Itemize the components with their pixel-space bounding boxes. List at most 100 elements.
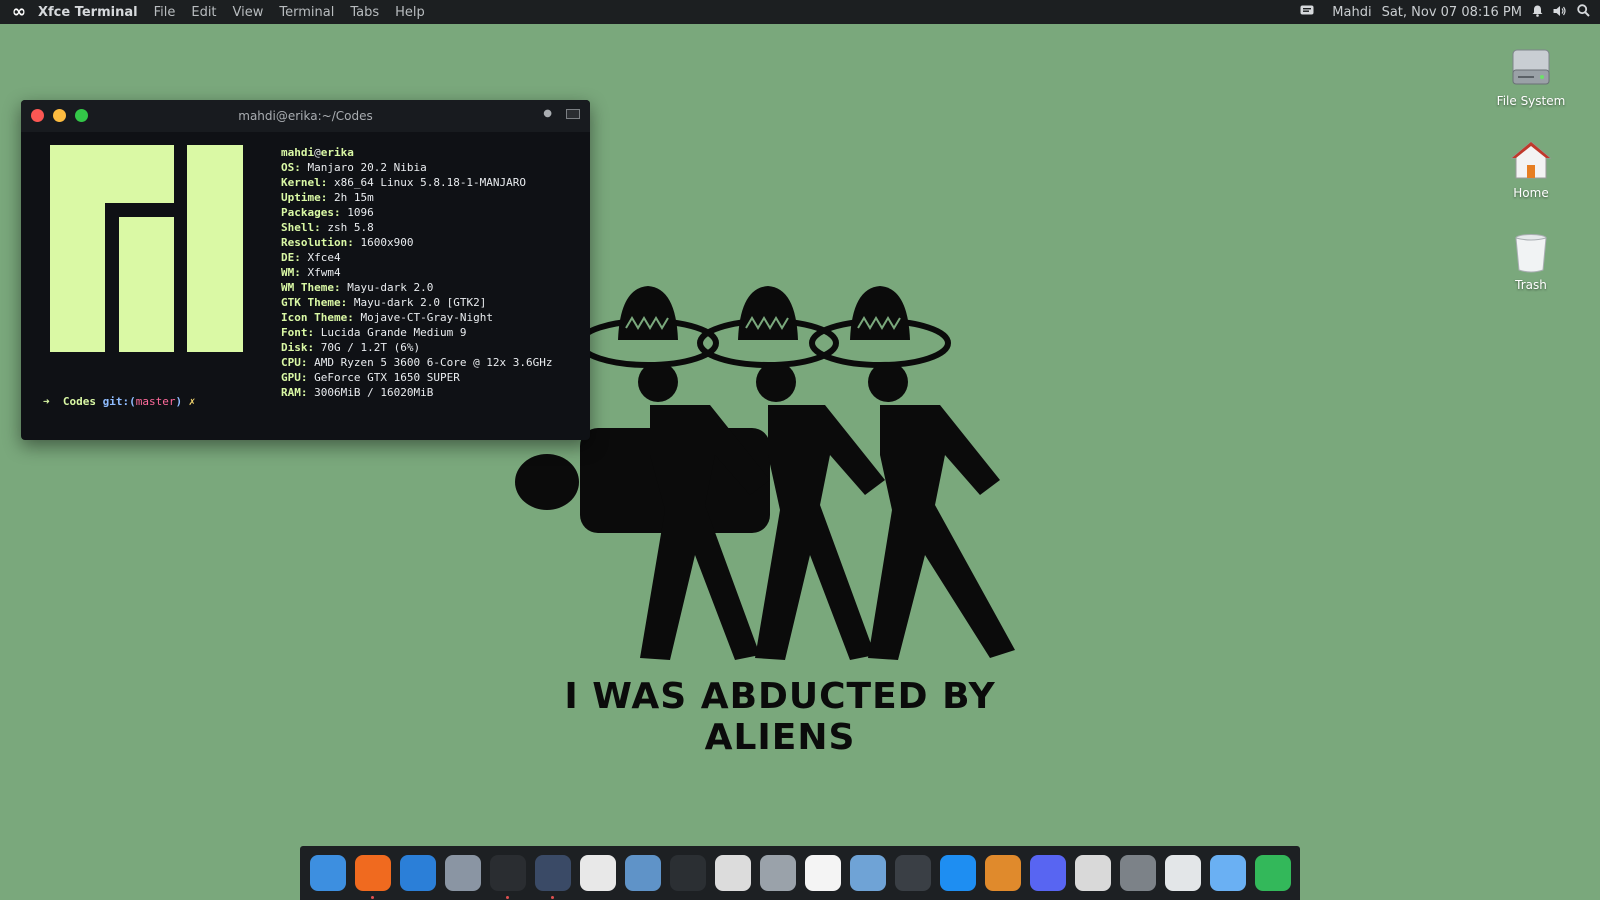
utilities-icon[interactable]	[894, 855, 931, 891]
system-monitor-icon[interactable]	[1074, 855, 1111, 891]
system-info-line: Icon Theme: Mojave-CT-Gray-Night	[281, 310, 553, 325]
new-tab-icon[interactable]	[566, 108, 580, 119]
system-info-line: WM Theme: Mayu-dark 2.0	[281, 280, 553, 295]
desktop-icon-label: File System	[1496, 94, 1566, 108]
system-info-line: GPU: GeForce GTX 1650 SUPER	[281, 370, 553, 385]
info-key: RAM:	[281, 386, 308, 399]
info-key: CPU:	[281, 356, 308, 369]
sticky-dot-icon[interactable]: ●	[543, 108, 552, 119]
system-info-line: GTK Theme: Mayu-dark 2.0 [GTK2]	[281, 295, 553, 310]
vscode-icon[interactable]	[534, 855, 571, 899]
info-key: Uptime:	[281, 191, 328, 204]
info-value: Xfwm4	[307, 266, 341, 279]
user-name[interactable]: Mahdi	[1332, 5, 1371, 20]
info-key: GTK Theme:	[281, 296, 348, 309]
info-value: Mayu-dark 2.0	[347, 281, 434, 294]
calendar-icon[interactable]	[804, 855, 841, 891]
text-editor-icon[interactable]	[579, 855, 616, 891]
drive-icon	[1509, 46, 1553, 90]
menu-view[interactable]: View	[233, 5, 264, 20]
system-info-line: Uptime: 2h 15m	[281, 190, 553, 205]
notes-check-icon[interactable]	[669, 855, 706, 891]
desktop-icon-home[interactable]: Home	[1486, 138, 1576, 200]
desktop-icon-file-system[interactable]: File System	[1486, 46, 1576, 108]
preview-icon[interactable]	[624, 855, 661, 891]
info-key: WM:	[281, 266, 301, 279]
system-info-line: OS: Manjaro 20.2 Nibia	[281, 160, 553, 175]
terminal-icon[interactable]	[489, 855, 526, 899]
active-app-name[interactable]: Xfce Terminal	[38, 5, 138, 20]
info-key: Resolution:	[281, 236, 354, 249]
info-key: Shell:	[281, 221, 321, 234]
info-key: Packages:	[281, 206, 341, 219]
info-value: 70G / 1.2T (6%)	[320, 341, 421, 354]
info-value: 2h 15m	[333, 191, 374, 204]
manjaro-logo	[50, 145, 243, 352]
info-value: GeForce GTX 1650 SUPER	[314, 371, 460, 384]
system-info-line: WM: Xfwm4	[281, 265, 553, 280]
firefox-icon[interactable]	[354, 855, 391, 899]
settings-gear-icon[interactable]	[1119, 855, 1156, 891]
shell-prompt[interactable]: ➜ Codes git:(master) ✗	[43, 395, 195, 408]
close-button[interactable]	[31, 109, 44, 122]
system-info-line: Disk: 70G / 1.2T (6%)	[281, 340, 553, 355]
files-folder-icon[interactable]	[1209, 855, 1246, 891]
menu-edit[interactable]: Edit	[191, 5, 216, 20]
system-info-line: DE: Xfce4	[281, 250, 553, 265]
dock	[300, 846, 1300, 900]
minimize-button[interactable]	[53, 109, 66, 122]
info-key: Icon Theme:	[281, 311, 354, 324]
running-indicator	[371, 896, 374, 899]
info-value: zsh 5.8	[327, 221, 374, 234]
volume-icon[interactable]	[1553, 5, 1567, 20]
terminal-window[interactable]: mahdi@erika:~/Codes ● mahdi@erika OS: Ma…	[21, 100, 590, 440]
app-store-icon[interactable]	[939, 855, 976, 891]
system-info: mahdi@erika OS: Manjaro 20.2 Nibia Kernel…	[281, 145, 553, 400]
screenshot-icon[interactable]	[714, 855, 751, 891]
home-icon	[1509, 138, 1553, 182]
launchpad-rocket-icon[interactable]	[444, 855, 481, 891]
info-value: Lucida Grande Medium 9	[320, 326, 467, 339]
menu-help[interactable]: Help	[395, 5, 425, 20]
terminal-content[interactable]: mahdi@erika OS: Manjaro 20.2 Nibia Kernel…	[21, 132, 590, 440]
trash-icon	[1509, 230, 1553, 274]
info-value: 1096	[347, 206, 374, 219]
package-cube-icon[interactable]	[1254, 855, 1291, 891]
safari-icon[interactable]	[399, 855, 436, 891]
desktop-icon-label: Home	[1513, 186, 1549, 200]
info-value: x86_64 Linux 5.8.18-1-MANJARO	[333, 176, 527, 189]
search-icon[interactable]	[1577, 4, 1590, 20]
desktop-icon-label: Trash	[1515, 278, 1547, 292]
menu-file[interactable]: File	[154, 5, 176, 20]
photo-booth-icon[interactable]	[759, 855, 796, 891]
system-info-line: Packages: 1096	[281, 205, 553, 220]
chat-icon[interactable]	[1300, 5, 1314, 20]
desktop-icon-trash[interactable]: Trash	[1486, 230, 1576, 292]
wallpaper-caption: I WAS ABDUCTED BY ALIENS	[564, 676, 996, 758]
system-info-line: RAM: 3006MiB / 16020MiB	[281, 385, 553, 400]
terminal-titlebar[interactable]: mahdi@erika:~/Codes ●	[21, 100, 590, 132]
finder-icon[interactable]	[309, 855, 346, 891]
running-indicator	[506, 896, 509, 899]
menu-terminal[interactable]: Terminal	[279, 5, 334, 20]
info-key: DE:	[281, 251, 301, 264]
info-key: WM Theme:	[281, 281, 341, 294]
menu-tabs[interactable]: Tabs	[350, 5, 379, 20]
trash-icon[interactable]	[1164, 855, 1201, 891]
info-key: OS:	[281, 161, 301, 174]
window-title: mahdi@erika:~/Codes	[238, 109, 373, 123]
info-value: Mojave-CT-Gray-Night	[360, 311, 493, 324]
info-key: Kernel:	[281, 176, 328, 189]
maximize-button[interactable]	[75, 109, 88, 122]
image-viewer-icon[interactable]	[849, 855, 886, 891]
applications-menu-icon[interactable]: ∞	[0, 2, 38, 22]
notification-bell-icon[interactable]	[1532, 5, 1543, 20]
media-player-icon[interactable]	[984, 855, 1021, 891]
discord-icon[interactable]	[1029, 855, 1066, 891]
top-panel: ∞ Xfce Terminal File Edit View Terminal …	[0, 0, 1600, 24]
info-value: 1600x900	[360, 236, 414, 249]
system-info-line: Resolution: 1600x900	[281, 235, 553, 250]
info-value: Mayu-dark 2.0 [GTK2]	[353, 296, 487, 309]
clock[interactable]: Sat, Nov 07 08:16 PM	[1382, 5, 1522, 20]
system-info-line: Font: Lucida Grande Medium 9	[281, 325, 553, 340]
